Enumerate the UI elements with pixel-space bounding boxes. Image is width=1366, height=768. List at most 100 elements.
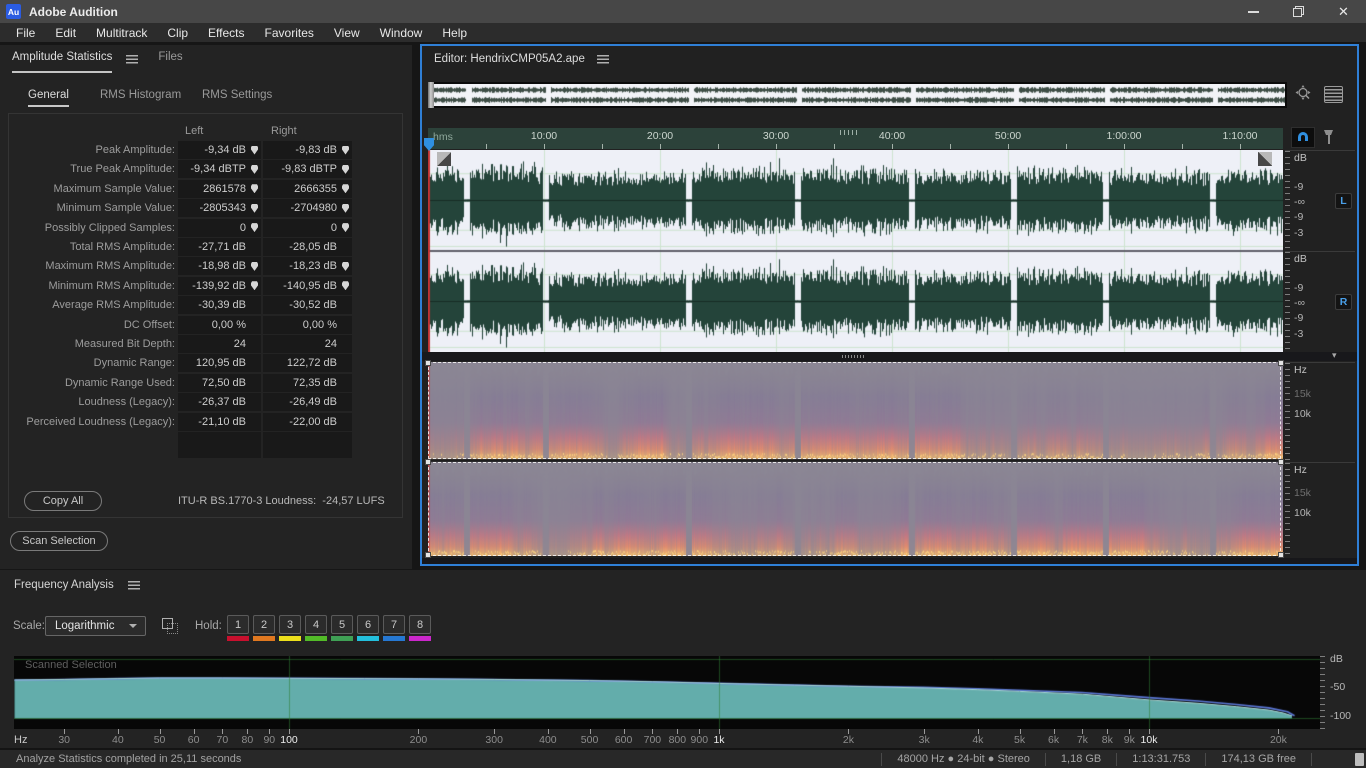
menu-favorites[interactable]: Favorites: [255, 26, 324, 40]
stat-value: -28,05 dB: [289, 241, 337, 253]
stat-value: 72,50 dB: [201, 376, 246, 389]
stat-value: 24: [233, 338, 246, 350]
timeline-label: 30:00: [762, 130, 790, 142]
hold-color-bar: [357, 636, 379, 641]
axis-tick-label: 100: [280, 734, 298, 746]
selection-handle[interactable]: [425, 360, 431, 366]
status-segment: 174,13 GB free: [1205, 752, 1311, 766]
timeline-label: 10:00: [530, 130, 558, 142]
selection-handle[interactable]: [1278, 459, 1284, 465]
copy-graph-icon[interactable]: [162, 618, 178, 634]
stat-value: -26,49 dB: [289, 396, 337, 409]
stat-value: -21,10 dB: [198, 415, 246, 428]
channel-badge-r[interactable]: R: [1335, 294, 1352, 310]
splitter-grip-icon[interactable]: [842, 355, 864, 358]
minimize-button[interactable]: [1231, 0, 1276, 23]
hold-button-7[interactable]: 7: [383, 615, 405, 641]
tab-files[interactable]: Files: [158, 45, 182, 73]
zoom-overview-strip[interactable]: [428, 82, 1287, 108]
playhead-marker-icon[interactable]: [251, 223, 258, 233]
frequency-panel-menu-icon[interactable]: [127, 580, 140, 590]
collapse-arrow-icon[interactable]: ▾: [1332, 350, 1337, 361]
stat-value: -139,92 dB: [192, 279, 246, 292]
menu-file[interactable]: File: [6, 26, 45, 40]
tab-rms-histogram[interactable]: RMS Histogram: [100, 89, 181, 101]
menu-edit[interactable]: Edit: [45, 26, 86, 40]
panel-menu-icon[interactable]: [126, 54, 139, 64]
column-header-right: Right: [271, 125, 297, 137]
waveform-display[interactable]: [428, 150, 1283, 352]
channel-badge-l[interactable]: L: [1335, 193, 1352, 209]
copy-all-button[interactable]: Copy All: [24, 491, 102, 511]
editor-layout-icon[interactable]: [1324, 86, 1343, 103]
hold-button-2[interactable]: 2: [253, 615, 275, 641]
menu-multitrack[interactable]: Multitrack: [86, 26, 157, 40]
editor-scroll-track[interactable]: [422, 558, 1357, 564]
playhead-marker-icon[interactable]: [251, 184, 258, 194]
hold-button-1[interactable]: 1: [227, 615, 249, 641]
scanned-selection-label: Scanned Selection: [25, 659, 117, 671]
marker-pin-button[interactable]: [1321, 129, 1337, 147]
hold-button-5[interactable]: 5: [331, 615, 353, 641]
stat-value-cell: 120,95 dB: [178, 354, 261, 373]
editor-menu-icon[interactable]: [596, 54, 609, 64]
overview-left-handle[interactable]: [428, 82, 434, 108]
table-row: Average RMS Amplitude: -30,39 dB -30,52 dB: [0, 296, 404, 315]
playhead-marker-icon[interactable]: [251, 203, 258, 213]
playhead-marker-icon[interactable]: [342, 145, 349, 155]
fade-out-handle[interactable]: [1258, 152, 1272, 166]
tab-amplitude-statistics[interactable]: Amplitude Statistics: [12, 45, 113, 73]
stat-value: 122,72 dB: [286, 357, 337, 370]
playhead-marker-icon[interactable]: [342, 223, 349, 233]
playhead-marker-icon[interactable]: [342, 164, 349, 174]
selection-handle[interactable]: [1278, 360, 1284, 366]
resize-grip[interactable]: [1355, 753, 1364, 766]
stat-value-cell: -18,23 dB: [263, 257, 352, 276]
stat-value-cell: -2805343: [178, 199, 261, 218]
scale-select[interactable]: Logarithmic: [45, 616, 146, 636]
playhead-marker-icon[interactable]: [251, 281, 258, 291]
playhead-marker-icon[interactable]: [251, 164, 258, 174]
hold-button-4[interactable]: 4: [305, 615, 327, 641]
amplitude-ruler-r[interactable]: dB -9 -∞ -9 -3 R: [1285, 251, 1355, 353]
zoom-navigator-icon[interactable]: [1294, 84, 1314, 104]
ruler-tick-label: -9: [1294, 181, 1304, 194]
stat-value: 0: [330, 221, 337, 234]
playhead-marker-icon[interactable]: [251, 261, 258, 271]
frequency-graph[interactable]: Scanned Selection: [14, 656, 1320, 729]
playhead-marker-icon[interactable]: [342, 261, 349, 271]
tab-general[interactable]: General: [28, 89, 69, 107]
playhead-marker-icon[interactable]: [342, 281, 349, 291]
snap-toggle-button[interactable]: [1291, 127, 1315, 148]
menu-view[interactable]: View: [324, 26, 370, 40]
overview-waveform[interactable]: [430, 84, 1285, 106]
fade-in-handle[interactable]: [437, 152, 451, 166]
waveform-spectral-splitter[interactable]: ▾: [422, 350, 1357, 361]
playhead-marker-icon[interactable]: [251, 145, 258, 155]
amplitude-ruler-l[interactable]: dB -9 -∞ -9 -3 L: [1285, 150, 1355, 252]
timeline-grip-icon[interactable]: [840, 130, 857, 135]
frequency-analysis-title: Frequency Analysis: [14, 579, 114, 591]
stat-label: Total RMS Amplitude:: [69, 241, 175, 253]
stat-value-cell: 24: [263, 335, 352, 353]
playhead-marker-icon[interactable]: [342, 184, 349, 194]
menu-clip[interactable]: Clip: [157, 26, 198, 40]
playhead-marker-icon[interactable]: [342, 203, 349, 213]
spectral-display[interactable]: [428, 362, 1283, 556]
menu-effects[interactable]: Effects: [198, 26, 254, 40]
stat-label: Possibly Clipped Samples:: [44, 221, 175, 234]
tab-rms-settings[interactable]: RMS Settings: [202, 89, 272, 101]
hold-button-6[interactable]: 6: [357, 615, 379, 641]
menu-help[interactable]: Help: [432, 26, 477, 40]
hold-button-3[interactable]: 3: [279, 615, 301, 641]
restore-button[interactable]: [1276, 0, 1321, 23]
ruler-tick-label: -3: [1294, 327, 1304, 340]
hold-button-8[interactable]: 8: [409, 615, 431, 641]
selection-handle[interactable]: [425, 459, 431, 465]
scan-selection-button[interactable]: Scan Selection: [10, 531, 108, 551]
close-button[interactable]: ✕: [1321, 0, 1366, 23]
ruler-tick-label: 10k: [1294, 506, 1311, 519]
menu-window[interactable]: Window: [370, 26, 433, 40]
timeline-ruler[interactable]: hms 10:00 20:00 30:00 40:00 50:00 1:00:00 1:10…: [428, 128, 1283, 149]
stat-label: Dynamic Range:: [93, 357, 175, 370]
